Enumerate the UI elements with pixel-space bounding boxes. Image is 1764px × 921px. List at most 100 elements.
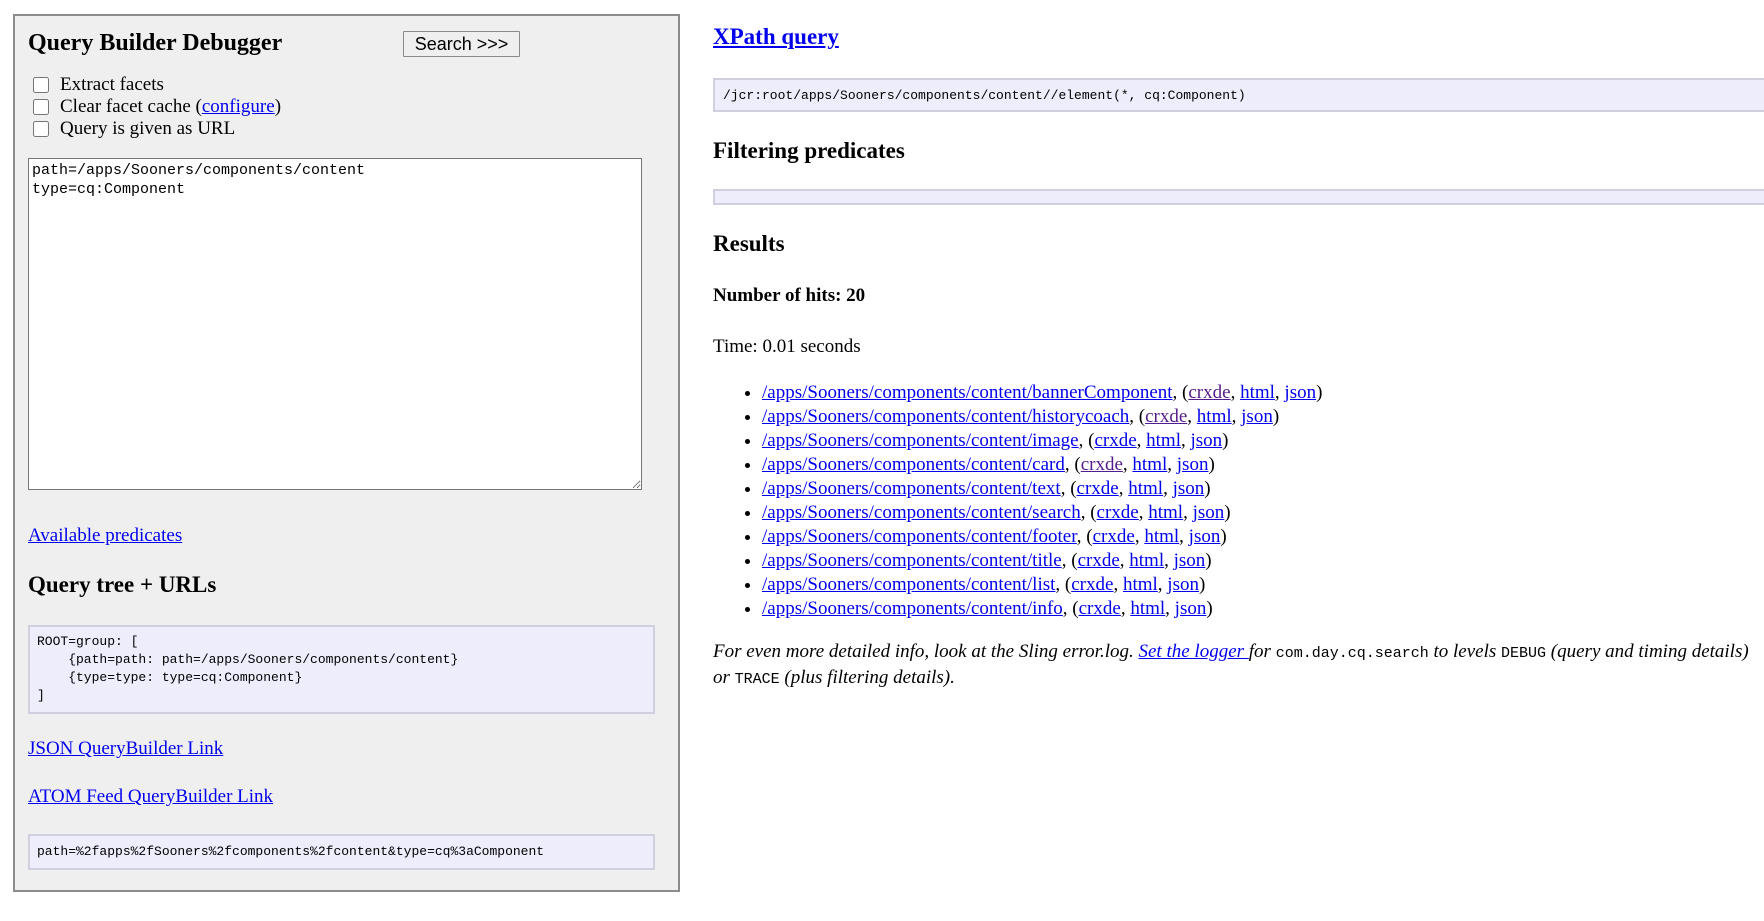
result-punctuation: , bbox=[1136, 430, 1147, 451]
debug-note-text: for bbox=[1248, 641, 1276, 662]
result-path-link[interactable]: /apps/Sooners/components/content/bannerC… bbox=[762, 382, 1173, 403]
json-link[interactable]: json bbox=[1167, 574, 1199, 595]
result-item: /apps/Sooners/components/content/history… bbox=[762, 405, 1322, 429]
query-tree-box: ROOT=group: [ {path=path: path=/apps/Soo… bbox=[28, 625, 655, 714]
result-punctuation: ) bbox=[1220, 526, 1227, 547]
result-punctuation: ) bbox=[1204, 478, 1211, 499]
json-link[interactable]: json bbox=[1241, 406, 1273, 427]
result-punctuation: ) bbox=[1272, 406, 1280, 427]
result-punctuation: ) bbox=[1206, 598, 1213, 619]
result-punctuation: , bbox=[1134, 526, 1145, 547]
crxde-link[interactable]: crxde bbox=[1079, 598, 1121, 619]
json-link[interactable]: json bbox=[1193, 502, 1225, 523]
crxde-link[interactable]: crxde bbox=[1077, 478, 1119, 499]
result-path-link[interactable]: /apps/Sooners/components/content/info bbox=[762, 598, 1063, 619]
html-link[interactable]: html bbox=[1129, 550, 1164, 571]
result-path-link[interactable]: /apps/Sooners/components/content/card bbox=[762, 454, 1065, 475]
result-item: /apps/Sooners/components/content/list, (… bbox=[762, 573, 1322, 597]
crxde-link[interactable]: crxde bbox=[1081, 454, 1123, 475]
query-tree-title: Query tree + URLs bbox=[28, 572, 217, 597]
json-link[interactable]: json bbox=[1173, 478, 1205, 499]
result-punctuation: , ( bbox=[1078, 430, 1095, 451]
query-as-url-label: Query is given as URL bbox=[60, 118, 236, 139]
result-punctuation: ) bbox=[1316, 382, 1323, 403]
query-as-url-checkbox[interactable] bbox=[33, 121, 49, 137]
xpath-query-box: /jcr:root/apps/Sooners/components/conten… bbox=[713, 78, 1764, 112]
result-punctuation: ) bbox=[1208, 454, 1215, 475]
html-link[interactable]: html bbox=[1132, 454, 1167, 475]
result-punctuation: , bbox=[1187, 406, 1197, 427]
result-punctuation: , bbox=[1120, 598, 1131, 619]
result-punctuation: , bbox=[1122, 454, 1133, 475]
extract-facets-checkbox[interactable] bbox=[33, 77, 49, 93]
result-path-link[interactable]: /apps/Sooners/components/content/image bbox=[762, 430, 1079, 451]
html-link[interactable]: html bbox=[1144, 526, 1179, 547]
result-punctuation: , bbox=[1167, 454, 1177, 475]
result-punctuation: , bbox=[1118, 478, 1129, 499]
clear-facet-cache-label: Clear facet cache ( bbox=[60, 96, 202, 117]
json-link[interactable]: json bbox=[1189, 526, 1221, 547]
json-link[interactable]: json bbox=[1177, 454, 1209, 475]
html-link[interactable]: html bbox=[1123, 574, 1158, 595]
crxde-link[interactable]: crxde bbox=[1188, 382, 1230, 403]
hit-count: Number of hits: 20 bbox=[713, 285, 866, 306]
result-path-link[interactable]: /apps/Sooners/components/content/text bbox=[762, 478, 1061, 499]
result-punctuation: , bbox=[1138, 502, 1149, 523]
result-punctuation: , bbox=[1231, 406, 1242, 427]
extract-facets-option: Extract facets bbox=[33, 74, 164, 96]
crxde-link[interactable]: crxde bbox=[1145, 406, 1187, 427]
result-punctuation: , bbox=[1165, 598, 1175, 619]
configure-link[interactable]: configure bbox=[202, 96, 275, 118]
result-punctuation: , bbox=[1163, 478, 1173, 499]
crxde-link[interactable]: crxde bbox=[1071, 574, 1113, 595]
crxde-link[interactable]: crxde bbox=[1094, 430, 1136, 451]
html-link[interactable]: html bbox=[1130, 598, 1165, 619]
xpath-query-link[interactable]: XPath query bbox=[713, 24, 839, 49]
clear-facet-cache-checkbox[interactable] bbox=[33, 99, 49, 115]
json-link[interactable]: json bbox=[1175, 598, 1207, 619]
json-link[interactable]: json bbox=[1190, 430, 1222, 451]
result-punctuation: ) bbox=[1205, 550, 1212, 571]
query-textarea[interactable] bbox=[28, 158, 642, 490]
html-link[interactable]: html bbox=[1197, 406, 1232, 427]
html-link[interactable]: html bbox=[1128, 478, 1163, 499]
trace-level: TRACE bbox=[734, 671, 780, 688]
xpath-query-heading[interactable]: XPath query bbox=[713, 24, 839, 50]
set-logger-link[interactable]: Set the logger bbox=[1139, 641, 1249, 662]
result-item: /apps/Sooners/components/content/image, … bbox=[762, 429, 1322, 453]
result-path-link[interactable]: /apps/Sooners/components/content/search bbox=[762, 502, 1081, 523]
query-builder-panel: Query Builder Debugger Search >>> Extrac… bbox=[13, 14, 680, 892]
json-link[interactable]: json bbox=[1174, 550, 1206, 571]
html-link[interactable]: html bbox=[1148, 502, 1183, 523]
html-link[interactable]: html bbox=[1146, 430, 1181, 451]
debug-level: DEBUG bbox=[1501, 645, 1547, 662]
panel-title: Query Builder Debugger bbox=[28, 30, 283, 56]
search-button[interactable]: Search >>> bbox=[403, 31, 520, 57]
json-link[interactable]: json bbox=[1284, 382, 1316, 403]
debug-note-text: For even more detailed info, look at the… bbox=[713, 641, 1139, 662]
result-path-link[interactable]: /apps/Sooners/components/content/title bbox=[762, 550, 1062, 571]
result-punctuation: , bbox=[1157, 574, 1168, 595]
json-querybuilder-link[interactable]: JSON QueryBuilder Link bbox=[28, 738, 223, 760]
atom-feed-querybuilder-link[interactable]: ATOM Feed QueryBuilder Link bbox=[28, 786, 273, 808]
result-path-link[interactable]: /apps/Sooners/components/content/list bbox=[762, 574, 1055, 595]
result-punctuation: ) bbox=[1224, 502, 1231, 523]
crxde-link[interactable]: crxde bbox=[1078, 550, 1120, 571]
crxde-link[interactable]: crxde bbox=[1093, 526, 1135, 547]
result-path-link[interactable]: /apps/Sooners/components/content/footer bbox=[762, 526, 1077, 547]
result-punctuation: , ( bbox=[1061, 550, 1078, 571]
filtering-predicates-title: Filtering predicates bbox=[713, 138, 905, 163]
crxde-link[interactable]: crxde bbox=[1097, 502, 1139, 523]
result-punctuation: , bbox=[1113, 574, 1123, 595]
result-punctuation: , ( bbox=[1172, 382, 1189, 403]
result-item: /apps/Sooners/components/content/search,… bbox=[762, 501, 1322, 525]
available-predicates-link[interactable]: Available predicates bbox=[28, 525, 182, 547]
query-as-url-option: Query is given as URL bbox=[33, 118, 235, 140]
results-title: Results bbox=[713, 231, 785, 256]
result-path-link[interactable]: /apps/Sooners/components/content/history… bbox=[762, 406, 1129, 427]
html-link[interactable]: html bbox=[1240, 382, 1275, 403]
url-params-box: path=%2fapps%2fSooners%2fcomponents%2fco… bbox=[28, 834, 655, 870]
result-punctuation: , bbox=[1164, 550, 1174, 571]
result-punctuation: , bbox=[1274, 382, 1285, 403]
debug-note-text: to levels bbox=[1428, 641, 1502, 662]
